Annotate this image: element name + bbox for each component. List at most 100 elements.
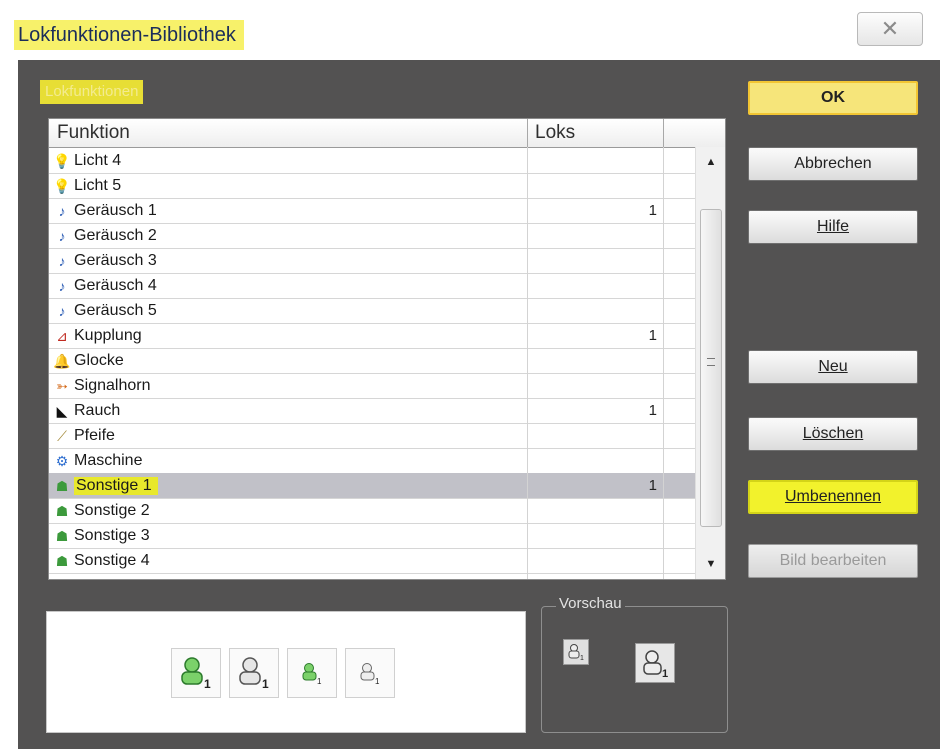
cell-loks	[527, 423, 657, 448]
icon-variant-large-green: 1	[171, 648, 221, 698]
cell-funktion: 💡 Licht 4	[53, 148, 121, 173]
list-row[interactable]: ♪ Geräusch 2	[49, 223, 695, 249]
icon-variant-small-gray: 1	[345, 648, 395, 698]
grip-icon	[707, 358, 715, 366]
horn-icon: ➳	[56, 377, 68, 394]
row-function-name: Kupplung	[74, 326, 142, 344]
generic-user-icon: ☗	[55, 527, 69, 544]
function-list[interactable]: Funktion Loks 💡 Licht 4 💡 Licht 5 ♪ Geräusch …	[48, 118, 726, 580]
svg-text:1: 1	[262, 677, 269, 691]
column-divider	[527, 147, 528, 579]
cell-funktion: ♪ Geräusch 2	[53, 223, 157, 248]
list-row[interactable]: ◣ Rauch 1	[49, 398, 695, 424]
list-row[interactable]: ♪ Geräusch 1 1	[49, 198, 695, 224]
list-row[interactable]: 🔔 Glocke	[49, 348, 695, 374]
row-function-name: Pfeife	[74, 426, 115, 444]
list-row[interactable]: ☗ Sonstige 4	[49, 548, 695, 574]
loeschen-label: Löschen	[802, 425, 864, 442]
loeschen-button[interactable]: Löschen	[748, 417, 918, 451]
vorschau-group: Vorschau 1 1	[541, 595, 728, 733]
neu-label: Neu	[818, 358, 848, 375]
scroll-down-arrow-icon[interactable]: ▼	[696, 549, 725, 579]
cell-loks: 1	[648, 402, 657, 419]
umbenennen-button[interactable]: Umbenennen	[748, 480, 918, 514]
svg-text:1: 1	[204, 677, 211, 691]
row-function-name: Geräusch 4	[74, 276, 157, 294]
row-function-name: Sonstige 1	[74, 476, 158, 495]
list-row[interactable]: ♪ Geräusch 3	[49, 248, 695, 274]
cell-funktion: ☗ Sonstige 3	[53, 523, 150, 548]
cell-loks	[527, 548, 657, 573]
cell-loks	[527, 248, 657, 273]
list-header: Funktion Loks	[49, 119, 725, 148]
group-label-lokfunktionen: Lokfunktionen	[40, 80, 144, 104]
hilfe-label: Hilfe	[816, 218, 849, 235]
row-function-name: Sonstige 2	[74, 501, 150, 519]
list-row[interactable]: ➳ Signalhorn	[49, 373, 695, 399]
row-function-name: Sonstige 3	[74, 526, 150, 544]
cell-funktion: 💡 Licht 5	[53, 173, 121, 198]
cell-loks: 1	[648, 202, 657, 219]
column-separator[interactable]	[527, 119, 528, 147]
icon-variant-large-gray: 1	[229, 648, 279, 698]
row-function-name: Licht 5	[74, 176, 122, 194]
cell-loks	[527, 498, 657, 523]
hilfe-button[interactable]: Hilfe	[748, 210, 918, 244]
sound-note-icon: ♪	[58, 252, 66, 269]
whistle-icon: ⟋	[57, 427, 67, 444]
cell-funktion: ♪ Geräusch 5	[53, 298, 157, 323]
bild-bearbeiten-button[interactable]: Bild bearbeiten	[748, 544, 918, 578]
cell-loks: 1	[648, 327, 657, 344]
window-title: Lokfunktionen-Bibliothek	[14, 20, 244, 50]
list-row[interactable]: ☗ Sonstige 3	[49, 523, 695, 549]
light-icon: 💡	[53, 177, 71, 194]
icon-size-variants: 1 1 1 1	[171, 648, 395, 698]
dialog-body: Lokfunktionen Funktion Loks 💡 Licht 4 💡 Lic…	[18, 60, 940, 749]
list-row[interactable]: ☗ Sonstige 2	[49, 498, 695, 524]
light-icon: 💡	[53, 152, 71, 169]
cell-funktion: ♪ Geräusch 3	[53, 248, 157, 273]
close-button[interactable]: ✕	[857, 12, 923, 46]
column-header-loks[interactable]: Loks	[535, 119, 575, 147]
neu-button[interactable]: Neu	[748, 350, 918, 384]
scroll-up-arrow-icon[interactable]: ▲	[696, 147, 725, 177]
row-function-name: Sonstige 4	[74, 551, 150, 569]
column-header-funktion[interactable]: Funktion	[57, 119, 130, 147]
row-function-name: Maschine	[74, 451, 143, 469]
list-row[interactable]: ⟋ Pfeife	[49, 423, 695, 449]
list-row[interactable]: 💡 Licht 4	[49, 148, 695, 174]
cell-loks	[527, 448, 657, 473]
row-function-name: Rauch	[74, 401, 121, 419]
cell-funktion: ⚙ Maschine	[53, 448, 143, 473]
cell-funktion: ➳ Signalhorn	[53, 373, 150, 398]
coupling-icon: ⊿	[56, 327, 68, 344]
cell-funktion: ☗ Sonstige 4	[53, 548, 150, 573]
list-row[interactable]: 💡 Licht 5	[49, 173, 695, 199]
smoke-icon: ◣	[56, 402, 68, 419]
close-icon: ✕	[880, 16, 900, 41]
list-row[interactable]: ⚙ Maschine	[49, 448, 695, 474]
list-row[interactable]: ☗ Sonstige 1 1	[49, 473, 695, 499]
scrollbar-thumb[interactable]	[700, 209, 722, 527]
column-separator[interactable]	[663, 119, 664, 147]
list-row[interactable]: ♪ Geräusch 4	[49, 273, 695, 299]
svg-text:1: 1	[580, 655, 584, 662]
sound-note-icon: ♪	[58, 202, 66, 219]
generic-user-icon: ☗	[55, 502, 69, 519]
list-row[interactable]: ♪ Geräusch 5	[49, 298, 695, 324]
vertical-scrollbar[interactable]: ▲ ▼	[695, 147, 725, 579]
abbrechen-button[interactable]: Abbrechen	[748, 147, 918, 181]
cell-funktion: ◣ Rauch	[53, 398, 121, 423]
umbenennen-label: Umbenennen	[784, 488, 882, 505]
list-row[interactable]: ⊿ Kupplung 1	[49, 323, 695, 349]
icon-preview-panel: 1 1 1 1	[46, 611, 526, 733]
title-bar: Lokfunktionen-Bibliothek ✕	[0, 0, 943, 60]
cell-funktion: ⊿ Kupplung	[53, 323, 142, 348]
ok-button[interactable]: OK	[748, 81, 918, 115]
cell-funktion: ♪ Geräusch 1	[53, 198, 157, 223]
icon-variant-small-green: 1	[287, 648, 337, 698]
bell-icon: 🔔	[53, 352, 71, 369]
vorschau-large-icon: 1	[635, 643, 675, 683]
column-divider	[663, 147, 664, 579]
generic-user-icon: ☗	[55, 552, 69, 569]
